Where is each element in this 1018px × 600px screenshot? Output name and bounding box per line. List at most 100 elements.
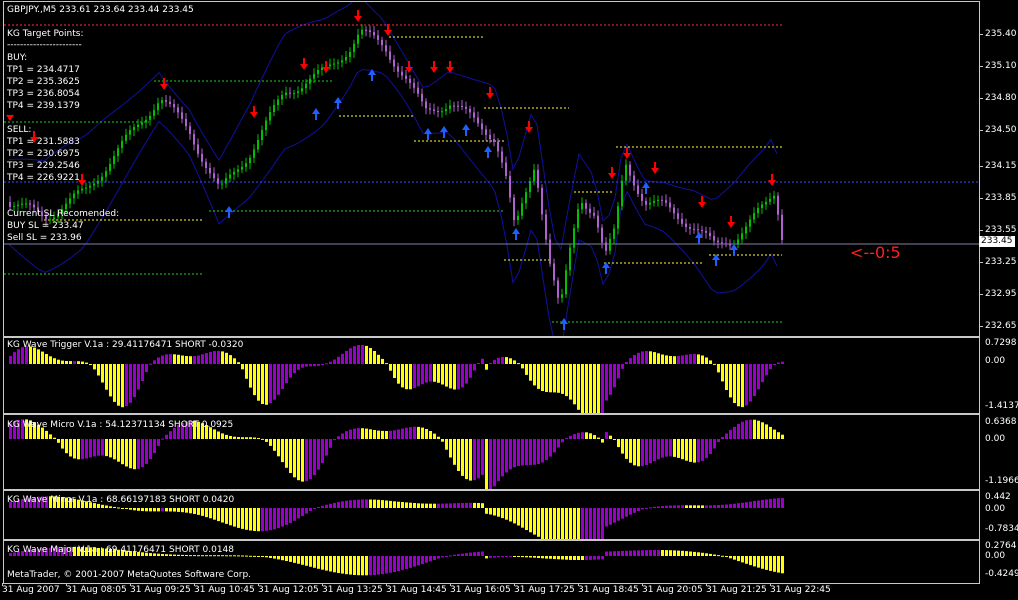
histogram-bar — [313, 556, 316, 568]
histogram-bar — [125, 508, 128, 509]
histogram-bar — [325, 439, 328, 456]
candle-body — [161, 100, 163, 104]
histogram-bar — [693, 505, 696, 508]
histogram-bar — [53, 358, 56, 364]
histogram-bar — [149, 439, 152, 460]
histogram-bar — [441, 364, 444, 385]
histogram-bar — [661, 354, 664, 364]
histogram-bar — [89, 364, 92, 365]
histogram-bar — [181, 508, 184, 513]
histogram-bar — [689, 439, 692, 462]
histogram-bar — [609, 508, 612, 525]
histogram-bar — [709, 360, 712, 364]
histogram-bar — [421, 364, 424, 385]
histogram-bar — [593, 556, 596, 560]
histogram-bar — [521, 508, 524, 528]
histogram-bar — [321, 439, 324, 463]
indicator-tick: -1.4137 — [985, 401, 1018, 411]
histogram-bar — [725, 364, 728, 390]
time-axis[interactable]: 31 Aug 2007 31 Aug 08:05 31 Aug 09:25 31… — [0, 583, 979, 600]
histogram-bar — [733, 364, 736, 403]
histogram-bar — [525, 556, 528, 558]
candle-body — [389, 51, 391, 60]
histogram-bar — [729, 556, 732, 559]
sell-arrow-icon — [727, 216, 735, 228]
candle-body — [541, 187, 543, 215]
histogram-bar — [249, 364, 252, 388]
histogram-bar — [309, 364, 312, 367]
histogram-bar — [105, 439, 108, 457]
histogram-bar — [457, 503, 460, 508]
histogram-bar — [549, 508, 552, 539]
histogram-bar — [493, 556, 496, 558]
histogram-bar — [421, 427, 424, 439]
histogram-bar — [689, 354, 692, 364]
histogram-bar — [517, 556, 520, 557]
histogram-bar — [161, 438, 164, 440]
histogram-bar — [693, 353, 696, 364]
candle-body — [401, 71, 403, 76]
candle-body — [765, 201, 767, 205]
histogram-bar — [597, 508, 600, 539]
histogram-bar — [485, 556, 488, 559]
histogram-bar — [361, 499, 364, 508]
histogram-bar — [101, 364, 104, 383]
candle-body — [81, 188, 83, 191]
histogram-bar — [597, 556, 600, 560]
candle-body — [553, 263, 555, 281]
histogram-bar — [53, 437, 56, 439]
histogram-bar — [525, 508, 528, 530]
histogram-bar — [601, 439, 604, 443]
sell-tp3: TP3 = 229.2546 — [7, 161, 80, 171]
histogram-bar — [377, 556, 380, 575]
histogram-bar — [161, 355, 164, 364]
candle-body — [489, 134, 491, 140]
histogram-bar — [569, 364, 572, 400]
indicator-pane-major[interactable]: KG Wave Major V.1a : 69.41176471 SHORT 0… — [3, 540, 980, 584]
histogram-bar — [557, 508, 560, 539]
histogram-bar — [313, 364, 316, 367]
price-axis[interactable]: 235.40 235.10 234.80 234.50 234.15 233.8… — [979, 1, 1018, 337]
histogram-bar — [325, 556, 328, 571]
current-price-tag: 233.45 — [979, 236, 1015, 247]
histogram-bar — [193, 508, 196, 514]
candle-body — [453, 105, 455, 107]
histogram-bar — [525, 439, 528, 466]
histogram-bar — [277, 439, 280, 457]
histogram-bar — [37, 349, 40, 364]
histogram-bar — [513, 360, 516, 364]
histogram-bar — [113, 364, 116, 402]
histogram-bar — [41, 351, 44, 364]
buy-arrow-icon — [560, 318, 568, 330]
indicator-pane-minor[interactable]: KG Wave Minor V.1a : 68.66197183 SHORT 0… — [3, 490, 980, 540]
histogram-bar — [301, 439, 304, 482]
histogram-bar — [621, 439, 624, 454]
histogram-bar — [245, 508, 248, 530]
buy-tp4: TP4 = 239.1379 — [7, 101, 80, 111]
candle-body — [201, 153, 203, 162]
indicator-pane-trigger[interactable]: KG Wave Trigger V.1a : 29.41176471 SHORT… — [3, 337, 980, 414]
histogram-bar — [489, 508, 492, 515]
candle-body — [769, 198, 771, 202]
histogram-bar — [685, 354, 688, 364]
histogram-bar — [357, 428, 360, 439]
buy-tp1: TP1 = 234.4717 — [7, 65, 80, 75]
candle-body — [645, 200, 647, 205]
histogram-bar — [617, 439, 620, 448]
price-chart-pane[interactable]: GBPJPY.,M5 233.61 233.64 233.44 233.45 K… — [3, 1, 980, 337]
candle-body — [461, 106, 463, 107]
histogram-bar — [389, 500, 392, 508]
histogram-bar — [665, 550, 668, 556]
histogram-bar — [417, 556, 420, 566]
histogram-bar — [421, 503, 424, 508]
histogram-bar — [281, 364, 284, 389]
sell-arrow-icon — [430, 61, 438, 73]
histogram-bar — [393, 501, 396, 508]
buy-arrow-icon — [440, 126, 448, 138]
histogram-bar — [165, 354, 168, 364]
histogram-bar — [517, 439, 520, 466]
sell-arrow-icon — [6, 115, 14, 121]
histogram-bar — [725, 556, 728, 557]
indicator-pane-micro[interactable]: KG Wave Micro V.1a : 54.12371134 SHORT 0… — [3, 414, 980, 490]
candle-body — [661, 199, 663, 201]
